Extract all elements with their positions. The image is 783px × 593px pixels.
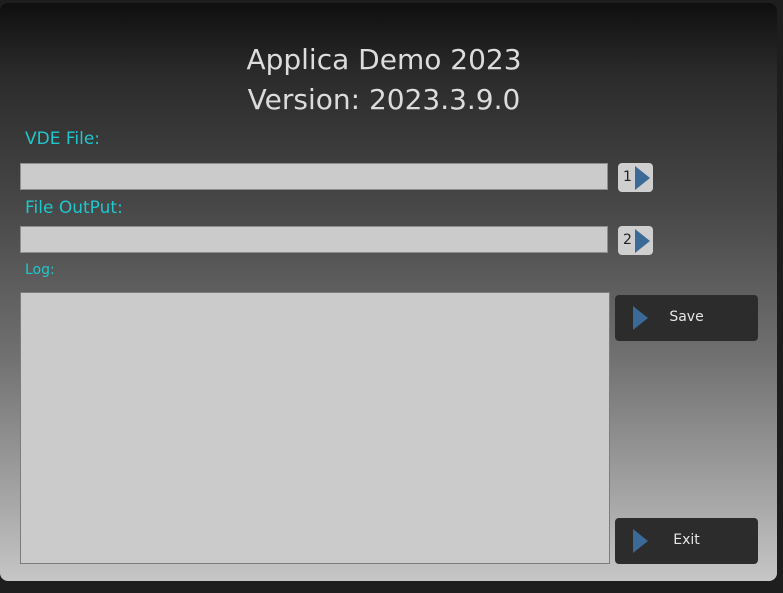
vde-file-input[interactable]	[20, 163, 608, 190]
play-triangle-icon	[633, 529, 648, 553]
app-version: Version: 2023.3.9.0	[247, 83, 521, 116]
log-textarea[interactable]	[20, 292, 610, 564]
log-label: Log:	[25, 262, 55, 278]
app-window: Applica Demo 2023 Version: 2023.3.9.0 VD…	[0, 3, 777, 581]
save-button[interactable]: Save	[615, 295, 758, 341]
file-output-input[interactable]	[20, 226, 608, 253]
play-triangle-icon	[633, 306, 648, 330]
browse-vde-file-button-number: 1	[623, 169, 632, 185]
file-output-label: File OutPut:	[25, 198, 123, 218]
exit-button[interactable]: Exit	[615, 518, 758, 564]
browse-file-output-button[interactable]: 2	[618, 226, 653, 255]
app-title: Applica Demo 2023	[246, 43, 522, 76]
browse-vde-file-button[interactable]: 1	[618, 163, 653, 192]
exit-button-label: Exit	[673, 532, 700, 548]
vde-file-label: VDE File:	[25, 129, 101, 149]
browse-file-output-button-number: 2	[623, 232, 632, 248]
play-triangle-icon	[635, 229, 650, 253]
save-button-label: Save	[669, 309, 704, 325]
play-triangle-icon	[635, 166, 650, 190]
